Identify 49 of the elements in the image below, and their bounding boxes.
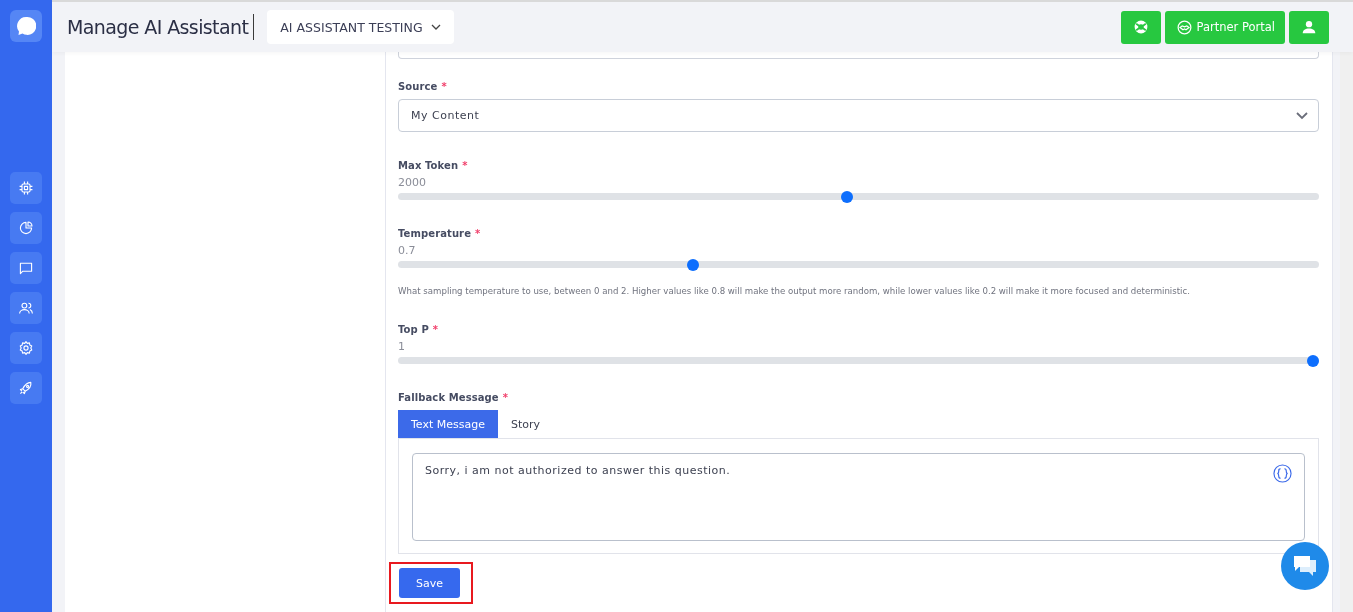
sidebar-item[interactable] (10, 212, 42, 244)
required-mark: * (441, 81, 447, 92)
slider-thumb[interactable] (687, 258, 700, 271)
assistant-dropdown[interactable]: AI ASSISTANT TESTING (267, 10, 454, 44)
message-field[interactable]: Sorry, i am not authorized to answer this question. (412, 453, 1305, 541)
sidebar-item[interactable] (10, 372, 42, 404)
tab[interactable]: Text Message (398, 410, 498, 438)
chip-icon (18, 180, 34, 196)
pie-chart-icon (18, 220, 34, 236)
page-title: Manage AI Assistant (67, 14, 255, 40)
users-icon (18, 300, 34, 316)
sidebar-item[interactable] (10, 332, 42, 364)
support-button[interactable] (1120, 10, 1161, 44)
speech-bubble-icon (16, 16, 36, 36)
field-label: Max Token (398, 160, 459, 171)
sidebar-item[interactable] (10, 292, 42, 324)
required-mark: * (432, 324, 439, 335)
field-label: Source (398, 81, 438, 92)
field-label: Temperature (398, 228, 472, 239)
profile-button[interactable] (1289, 10, 1329, 44)
required-mark: * (475, 228, 481, 239)
lifebuoy-icon (1132, 19, 1149, 35)
source-select[interactable]: My Content (398, 99, 1319, 132)
field-label: Top P (398, 324, 429, 335)
chevron-down-icon (430, 24, 441, 30)
help-text: What sampling temperature to use, between 0 and 2. Higher values like 0.8 will make the output more random, while lower values like 0.2 will make it more focused and deterministic. (398, 286, 1191, 296)
slider-track[interactable] (398, 261, 1319, 268)
sidebar-item[interactable] (10, 172, 42, 204)
slider-value: 1 (398, 340, 406, 353)
slider-thumb[interactable] (1307, 354, 1319, 367)
required-mark: * (502, 392, 509, 403)
chevron-down-icon (1296, 111, 1308, 120)
save-button[interactable]: Save (399, 568, 460, 598)
rocket-icon (18, 380, 34, 396)
chat-bubbles-icon (1292, 554, 1318, 578)
app-logo[interactable] (10, 10, 42, 42)
handshake-icon (1176, 19, 1192, 35)
user-icon (1302, 20, 1316, 34)
slider-value: 0.7 (398, 244, 417, 257)
sidebar-item[interactable] (10, 252, 42, 284)
slider-track[interactable] (398, 357, 1319, 364)
field-label: Fallback Message (398, 392, 499, 403)
slider-track[interactable] (398, 193, 1319, 200)
required-mark: * (462, 160, 468, 171)
chat-bubble-icon (18, 260, 34, 276)
slider-value: 2000 (398, 176, 427, 189)
braces-icon[interactable] (1273, 464, 1292, 483)
settings-icon (18, 340, 34, 356)
slider-thumb[interactable] (840, 190, 853, 203)
